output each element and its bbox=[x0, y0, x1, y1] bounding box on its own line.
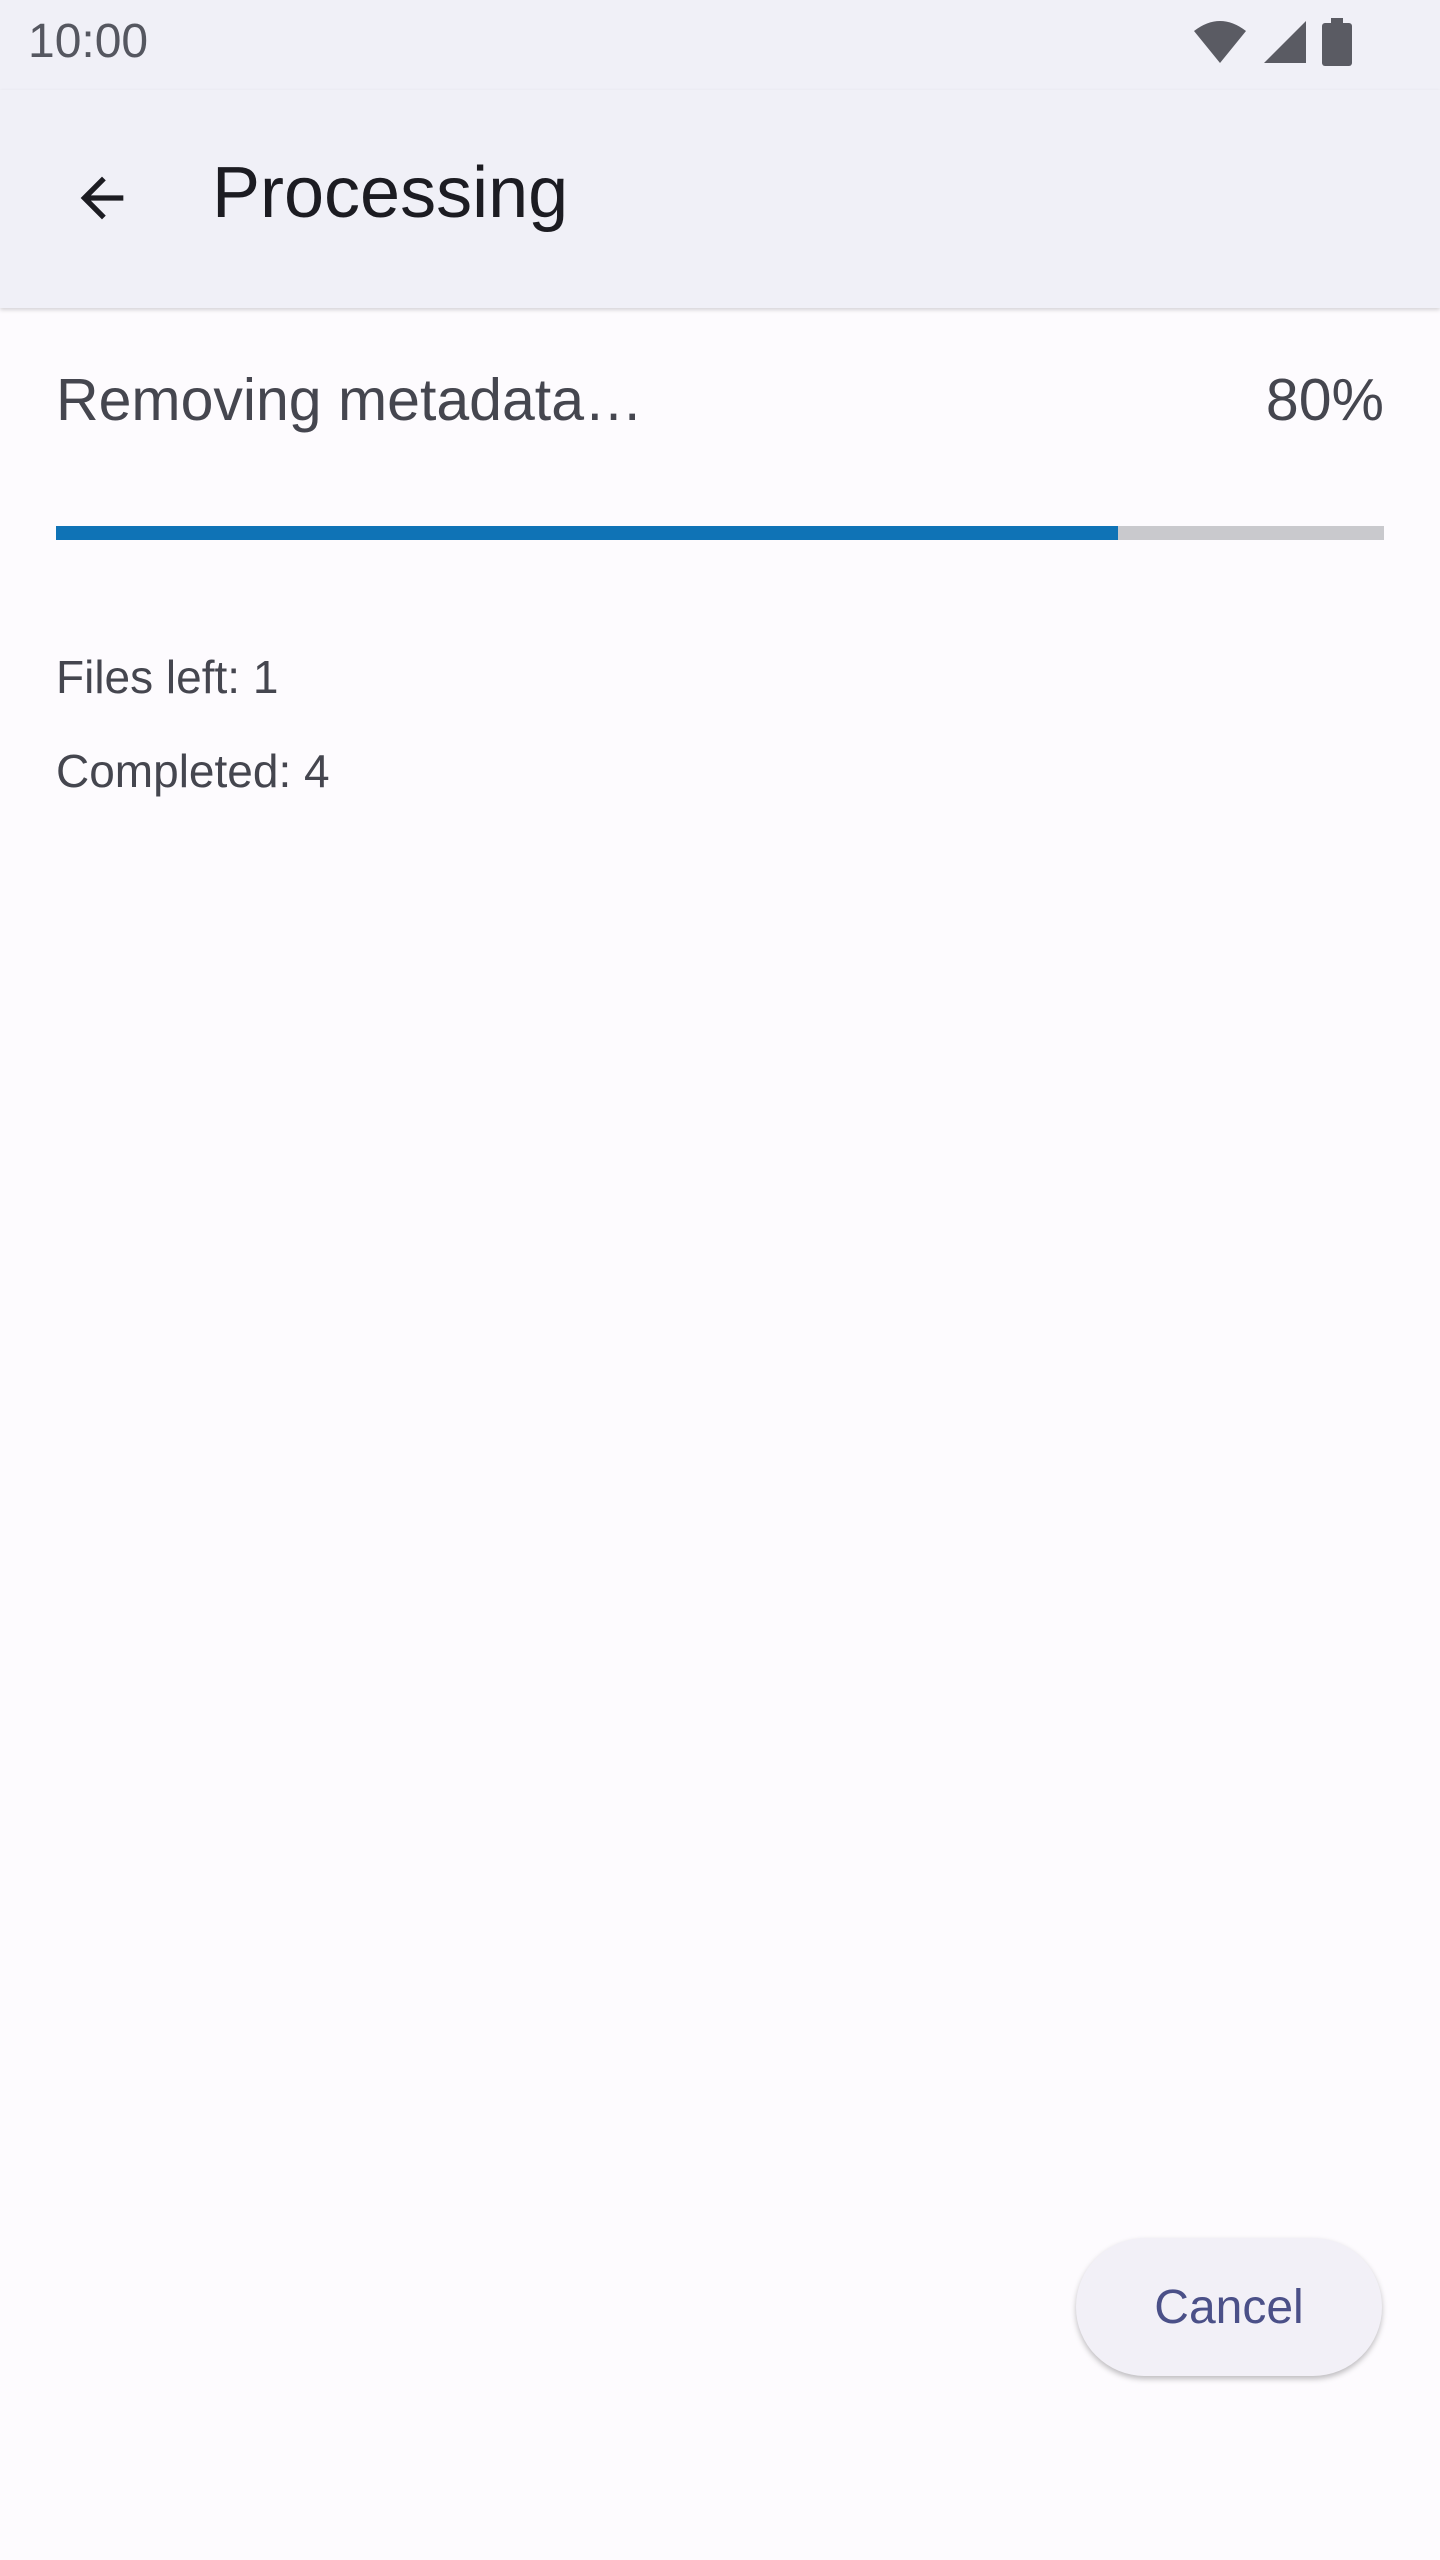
status-bar: 10:00 bbox=[0, 0, 1440, 90]
wifi-icon bbox=[1194, 21, 1246, 63]
status-time: 10:00 bbox=[28, 15, 149, 68]
battery-icon bbox=[1322, 18, 1352, 66]
app-bar: Processing bbox=[0, 90, 1440, 308]
progress-bar bbox=[56, 526, 1384, 540]
arrow-back-icon bbox=[80, 176, 124, 220]
completed-text: Completed: 4 bbox=[56, 745, 330, 797]
back-button[interactable] bbox=[52, 148, 152, 248]
task-percent: 80% bbox=[1265, 367, 1384, 433]
status-icons bbox=[1192, 18, 1352, 66]
task-row: Removing metadata… 80% bbox=[56, 366, 1384, 456]
cancel-button[interactable]: Cancel bbox=[1076, 2238, 1382, 2376]
files-left-text: Files left: 1 bbox=[56, 651, 279, 703]
signal-icon bbox=[1264, 21, 1306, 63]
page-title: Processing bbox=[212, 153, 569, 233]
task-label: Removing metadata… bbox=[56, 367, 644, 433]
progress-bar-fill bbox=[56, 526, 1119, 540]
